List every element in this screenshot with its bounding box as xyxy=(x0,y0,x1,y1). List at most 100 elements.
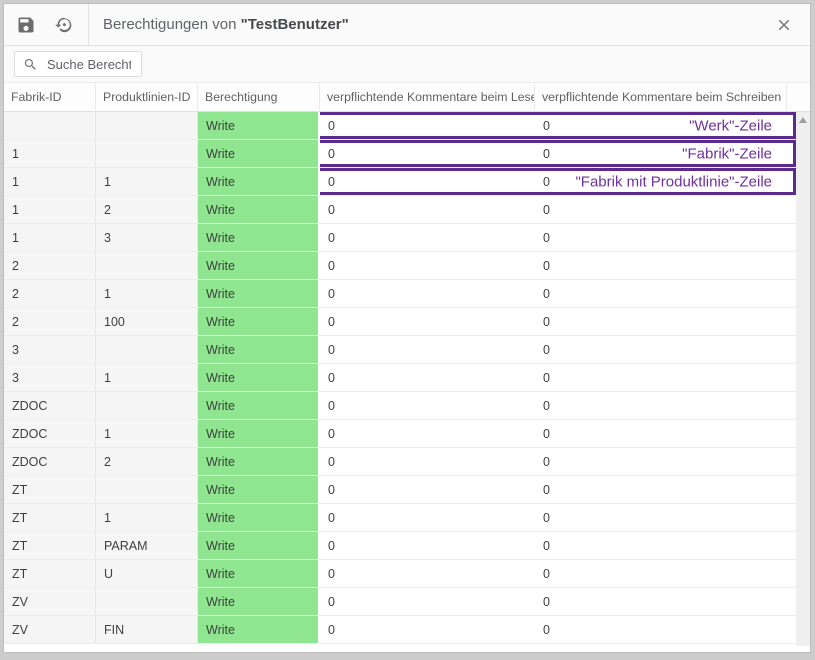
cell-kommentare-lesen[interactable]: 0 xyxy=(320,112,535,139)
cell-berechtigung[interactable]: Write xyxy=(198,476,320,503)
cell-kommentare-schreiben[interactable]: 0 xyxy=(535,252,787,279)
cell-produktlinien-id: 1 xyxy=(96,364,198,391)
cell-kommentare-lesen[interactable]: 0 xyxy=(320,196,535,223)
cell-kommentare-schreiben[interactable]: 0 xyxy=(535,588,787,615)
table-row[interactable]: 3 1 Write 0 0 xyxy=(4,364,796,392)
restore-history-button[interactable] xyxy=(48,9,80,41)
cell-fabrik-id: ZV xyxy=(4,616,96,643)
close-button[interactable] xyxy=(770,11,798,39)
vertical-scrollbar[interactable] xyxy=(796,112,810,646)
cell-kommentare-lesen[interactable]: 0 xyxy=(320,308,535,335)
cell-berechtigung[interactable]: Write xyxy=(198,308,320,335)
cell-filler xyxy=(787,476,796,503)
cell-kommentare-lesen[interactable]: 0 xyxy=(320,392,535,419)
cell-kommentare-schreiben[interactable]: 0 xyxy=(535,112,787,139)
cell-filler xyxy=(787,532,796,559)
cell-kommentare-lesen[interactable]: 0 xyxy=(320,532,535,559)
cell-kommentare-schreiben[interactable]: 0 xyxy=(535,616,787,643)
cell-kommentare-lesen[interactable]: 0 xyxy=(320,224,535,251)
cell-berechtigung[interactable]: Write xyxy=(198,448,320,475)
cell-kommentare-schreiben[interactable]: 0 xyxy=(535,140,787,167)
scroll-up-arrow-icon[interactable] xyxy=(799,117,807,123)
cell-kommentare-schreiben[interactable]: 0 xyxy=(535,504,787,531)
cell-filler xyxy=(787,588,796,615)
cell-produktlinien-id: FIN xyxy=(96,616,198,643)
cell-berechtigung[interactable]: Write xyxy=(198,532,320,559)
cell-berechtigung[interactable]: Write xyxy=(198,224,320,251)
cell-kommentare-lesen[interactable]: 0 xyxy=(320,588,535,615)
cell-filler xyxy=(787,420,796,447)
cell-kommentare-lesen[interactable]: 0 xyxy=(320,560,535,587)
table-row[interactable]: ZT U Write 0 0 xyxy=(4,560,796,588)
cell-kommentare-schreiben[interactable]: 0 xyxy=(535,476,787,503)
table-row[interactable]: 1 2 Write 0 0 xyxy=(4,196,796,224)
cell-kommentare-lesen[interactable]: 0 xyxy=(320,280,535,307)
cell-berechtigung[interactable]: Write xyxy=(198,196,320,223)
cell-kommentare-schreiben[interactable]: 0 xyxy=(535,392,787,419)
cell-kommentare-lesen[interactable]: 0 xyxy=(320,504,535,531)
save-button[interactable] xyxy=(10,9,42,41)
cell-berechtigung[interactable]: Write xyxy=(198,112,320,139)
cell-kommentare-lesen[interactable]: 0 xyxy=(320,140,535,167)
cell-berechtigung[interactable]: Write xyxy=(198,364,320,391)
search-input[interactable] xyxy=(45,56,133,73)
search-box[interactable] xyxy=(14,51,142,77)
table-row[interactable]: ZV Write 0 0 xyxy=(4,588,796,616)
cell-kommentare-lesen[interactable]: 0 xyxy=(320,364,535,391)
cell-berechtigung[interactable]: Write xyxy=(198,168,320,195)
table-row[interactable]: 1 Write 0 0 "Fabrik"-Zeile xyxy=(4,140,796,168)
table-row[interactable]: 2 1 Write 0 0 xyxy=(4,280,796,308)
cell-produktlinien-id xyxy=(96,252,198,279)
cell-kommentare-schreiben[interactable]: 0 xyxy=(535,224,787,251)
cell-fabrik-id: ZT xyxy=(4,476,96,503)
cell-kommentare-schreiben[interactable]: 0 xyxy=(535,168,787,195)
cell-kommentare-lesen[interactable]: 0 xyxy=(320,448,535,475)
cell-kommentare-lesen[interactable]: 0 xyxy=(320,616,535,643)
cell-kommentare-schreiben[interactable]: 0 xyxy=(535,280,787,307)
cell-fabrik-id: ZT xyxy=(4,532,96,559)
cell-kommentare-schreiben[interactable]: 0 xyxy=(535,532,787,559)
cell-kommentare-schreiben[interactable]: 0 xyxy=(535,448,787,475)
cell-berechtigung[interactable]: Write xyxy=(198,560,320,587)
cell-berechtigung[interactable]: Write xyxy=(198,336,320,363)
cell-produktlinien-id: 2 xyxy=(96,196,198,223)
table-row[interactable]: Write 0 0 "Werk"-Zeile xyxy=(4,112,796,140)
cell-berechtigung[interactable]: Write xyxy=(198,420,320,447)
cell-berechtigung[interactable]: Write xyxy=(198,140,320,167)
table-row[interactable]: 2 100 Write 0 0 xyxy=(4,308,796,336)
cell-kommentare-schreiben[interactable]: 0 xyxy=(535,560,787,587)
table-row[interactable]: 3 Write 0 0 xyxy=(4,336,796,364)
table-row[interactable]: ZDOC Write 0 0 xyxy=(4,392,796,420)
cell-kommentare-schreiben[interactable]: 0 xyxy=(535,420,787,447)
cell-berechtigung[interactable]: Write xyxy=(198,616,320,643)
table-row[interactable]: ZT 1 Write 0 0 xyxy=(4,504,796,532)
cell-fabrik-id: 2 xyxy=(4,280,96,307)
cell-kommentare-schreiben[interactable]: 0 xyxy=(535,364,787,391)
cell-kommentare-schreiben[interactable]: 0 xyxy=(535,308,787,335)
cell-kommentare-schreiben[interactable]: 0 xyxy=(535,336,787,363)
cell-produktlinien-id: 1 xyxy=(96,504,198,531)
table-row[interactable]: 1 3 Write 0 0 xyxy=(4,224,796,252)
table-row[interactable]: ZV FIN Write 0 0 xyxy=(4,616,796,644)
cell-produktlinien-id xyxy=(96,336,198,363)
cell-kommentare-schreiben[interactable]: 0 xyxy=(535,196,787,223)
table-row[interactable]: ZT Write 0 0 xyxy=(4,476,796,504)
cell-produktlinien-id: 1 xyxy=(96,280,198,307)
cell-berechtigung[interactable]: Write xyxy=(198,588,320,615)
cell-berechtigung[interactable]: Write xyxy=(198,504,320,531)
table-row[interactable]: ZDOC 2 Write 0 0 xyxy=(4,448,796,476)
cell-kommentare-lesen[interactable]: 0 xyxy=(320,168,535,195)
table-row[interactable]: ZT PARAM Write 0 0 xyxy=(4,532,796,560)
table-row[interactable]: 1 1 Write 0 0 "Fabrik mit Produktlinie"-… xyxy=(4,168,796,196)
cell-kommentare-lesen[interactable]: 0 xyxy=(320,476,535,503)
column-header-kommentare-lesen: verpflichtende Kommentare beim Lesen xyxy=(320,83,535,111)
cell-filler xyxy=(787,616,796,643)
cell-berechtigung[interactable]: Write xyxy=(198,252,320,279)
cell-kommentare-lesen[interactable]: 0 xyxy=(320,420,535,447)
cell-berechtigung[interactable]: Write xyxy=(198,392,320,419)
cell-berechtigung[interactable]: Write xyxy=(198,280,320,307)
table-row[interactable]: ZDOC 1 Write 0 0 xyxy=(4,420,796,448)
cell-kommentare-lesen[interactable]: 0 xyxy=(320,336,535,363)
table-row[interactable]: 2 Write 0 0 xyxy=(4,252,796,280)
cell-kommentare-lesen[interactable]: 0 xyxy=(320,252,535,279)
